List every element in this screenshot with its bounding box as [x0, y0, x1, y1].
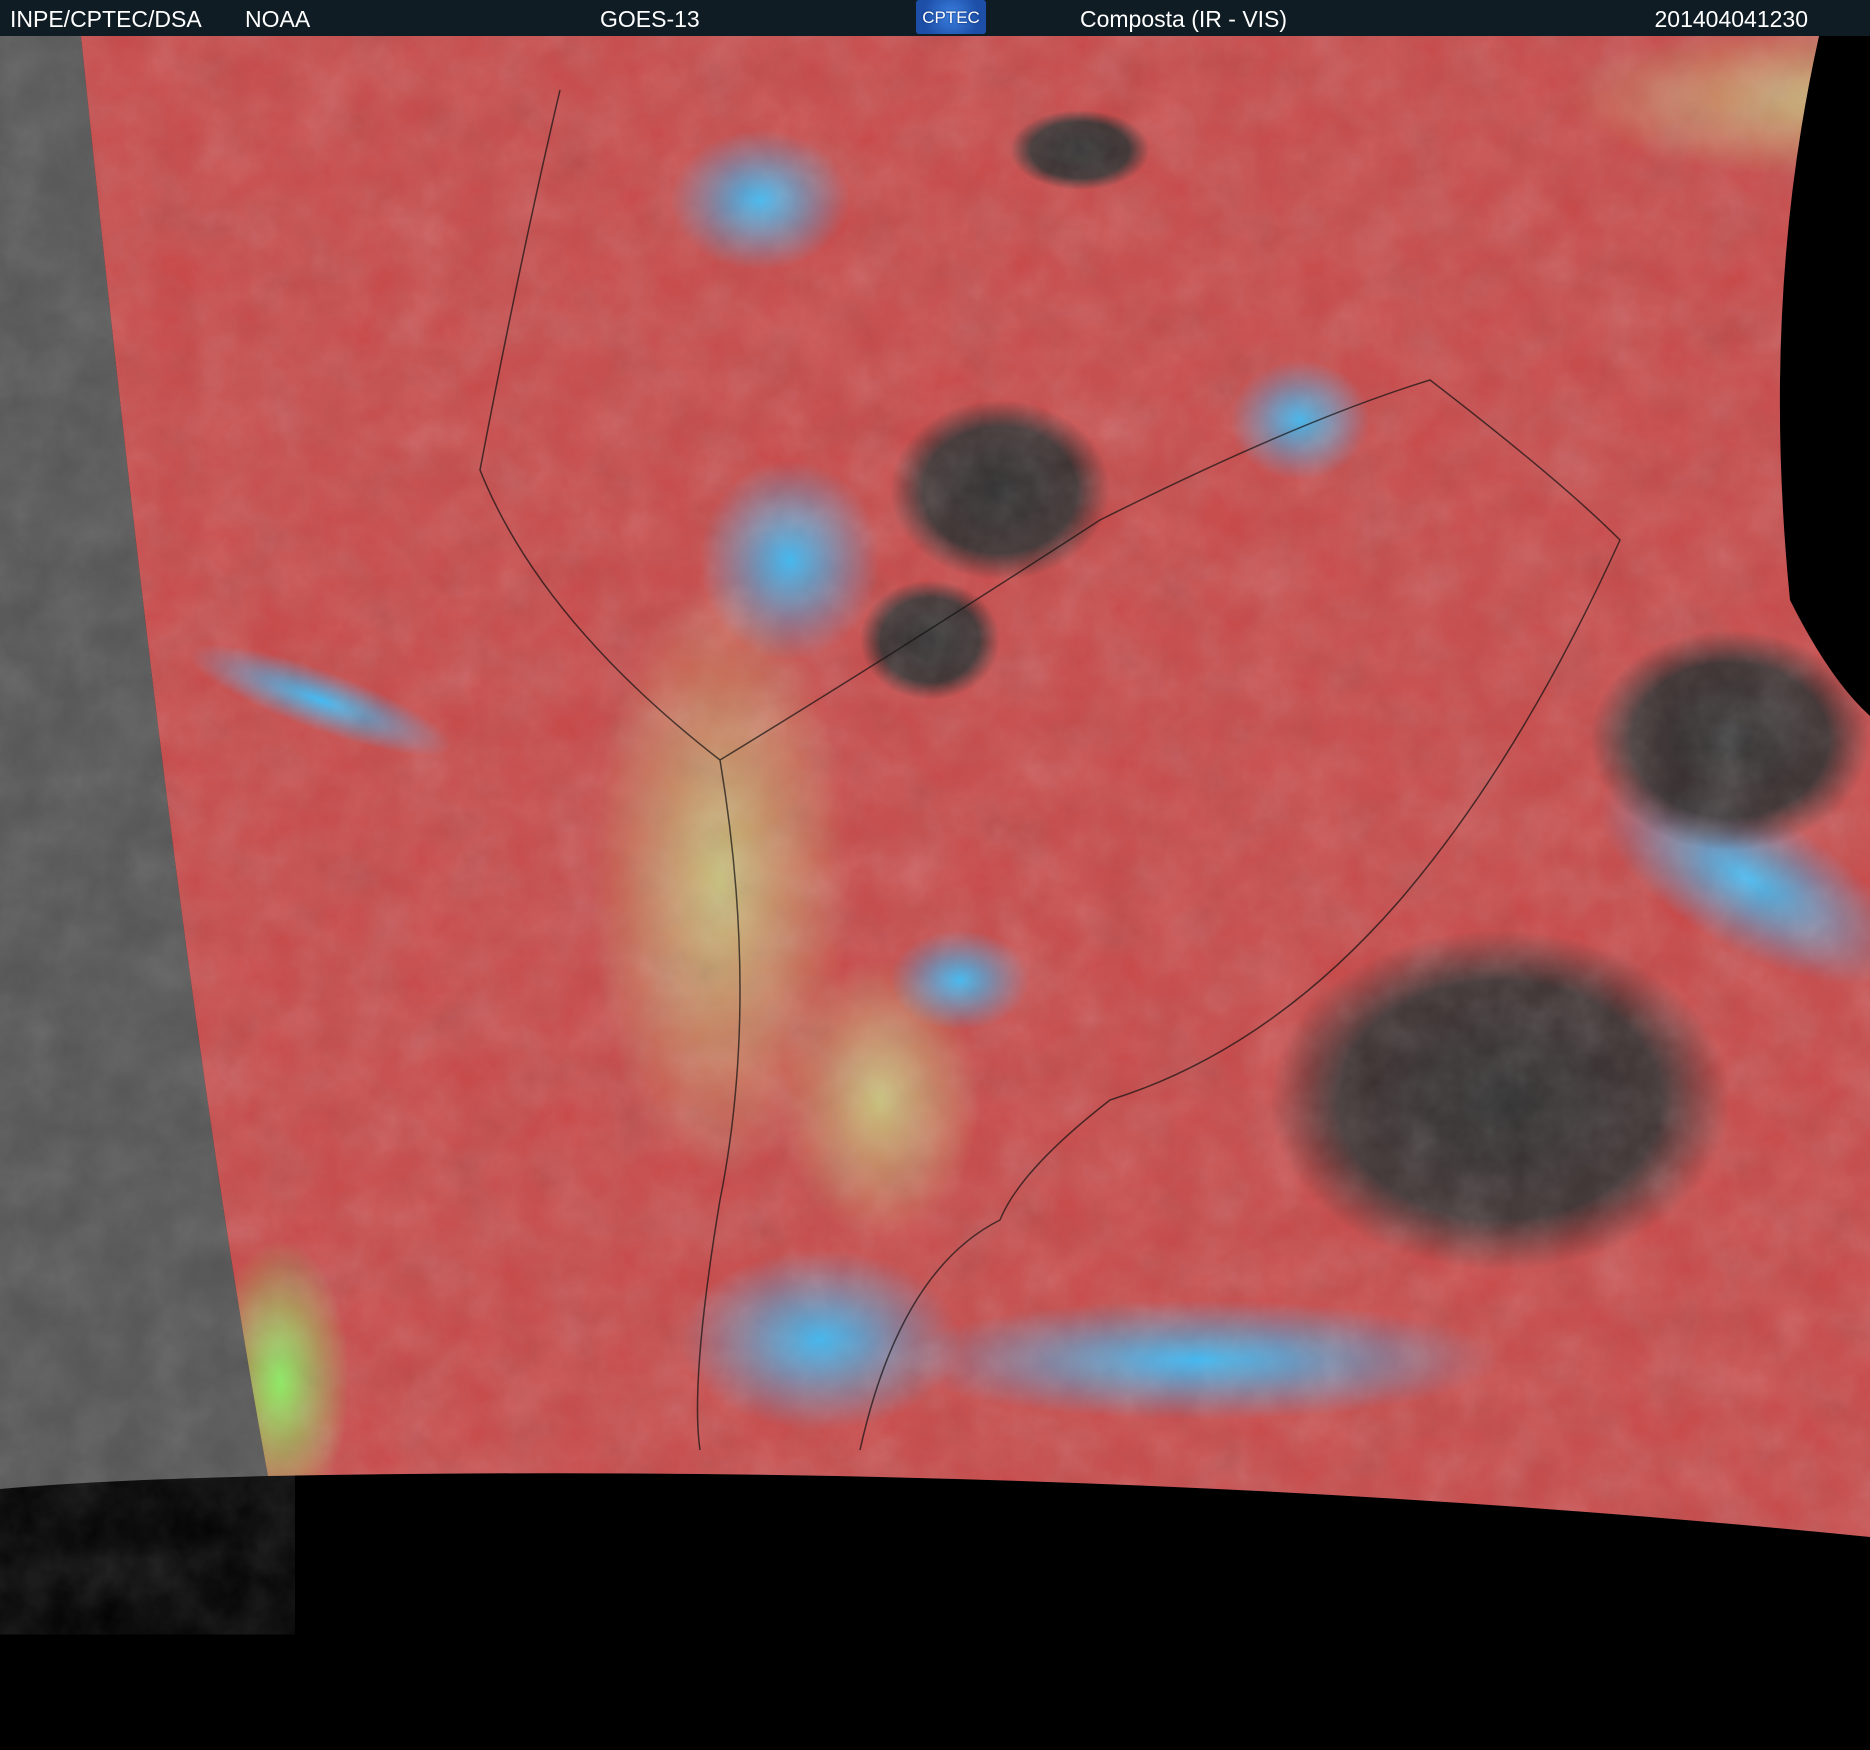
timestamp-label: 201404041230 [1654, 6, 1809, 32]
cptec-logo: CPTEC [916, 0, 986, 34]
product-label: Composta (IR - VIS) [1080, 6, 1288, 32]
composite-imagery [81, 36, 1870, 1537]
agency-label: INPE/CPTEC/DSA [10, 6, 202, 32]
satellite-composite-map [0, 36, 1870, 1537]
partner-label: NOAA [245, 6, 311, 32]
satellite-image-viewer: INPE/CPTEC/DSA NOAA GOES-13 CPTEC Compos… [0, 0, 1870, 1750]
satellite-label: GOES-13 [600, 6, 700, 32]
image-header-bar: INPE/CPTEC/DSA NOAA GOES-13 CPTEC Compos… [0, 0, 1870, 36]
